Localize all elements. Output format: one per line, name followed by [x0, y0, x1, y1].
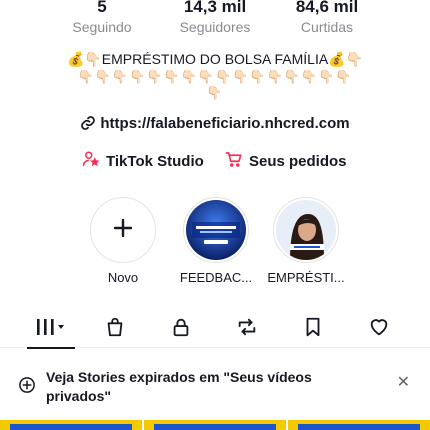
followers-count: 14,3 mil: [183, 0, 247, 16]
plus-icon: [112, 217, 134, 244]
followers-stat[interactable]: 14,3 mil Seguidores: [155, 0, 275, 36]
cart-icon: [225, 150, 243, 172]
expired-stories-banner[interactable]: Veja Stories expirados em "Seus vídeos p…: [0, 350, 430, 416]
highlight-thumbnail: [276, 200, 336, 260]
following-count: 5: [97, 0, 107, 16]
highlight-loan[interactable]: EMPRÉSTI...: [266, 197, 346, 285]
quick-links: TikTok Studio Seus pedidos: [0, 150, 430, 172]
highlight-label: EMPRÉSTI...: [267, 270, 345, 285]
video-thumbnail[interactable]: [288, 420, 430, 430]
story-add-icon: [18, 376, 36, 399]
highlight-label: FEEDBAC...: [179, 270, 253, 285]
video-grid: [0, 420, 430, 430]
tab-private[interactable]: [163, 316, 199, 342]
add-highlight-button[interactable]: [90, 197, 156, 263]
likes-label: Curtidas: [300, 19, 354, 35]
video-thumbnail[interactable]: [0, 420, 142, 430]
repost-icon: [236, 316, 258, 343]
tab-favorites[interactable]: [295, 316, 331, 342]
tab-liked[interactable]: [361, 316, 397, 342]
tab-videos[interactable]: [27, 316, 75, 349]
profile-stats: 5 Seguindo 14,3 mil Seguidores 84,6 mil …: [0, 0, 430, 40]
my-orders-label: Seus pedidos: [249, 152, 347, 170]
bookmark-icon: [302, 316, 324, 343]
tiktok-studio-icon: [82, 150, 100, 172]
highlight-label: Novo: [107, 270, 139, 285]
bag-icon: [104, 316, 126, 343]
my-orders-button[interactable]: Seus pedidos: [225, 150, 347, 172]
grid-icon: [35, 316, 67, 343]
following-stat[interactable]: 5 Seguindo: [42, 0, 162, 36]
profile-link[interactable]: https://falabeneficiario.nhcred.com: [0, 115, 430, 135]
highlight-feedback[interactable]: FEEDBAC...: [176, 197, 256, 285]
link-icon: [80, 115, 96, 135]
profile-tabs: [0, 310, 430, 349]
highlight-thumb-ring: [183, 197, 249, 263]
likes-stat[interactable]: 84,6 mil Curtidas: [267, 0, 387, 36]
video-thumbnail[interactable]: [144, 420, 286, 430]
tiktok-studio-label: TikTok Studio: [106, 152, 204, 170]
tab-reposts[interactable]: [229, 316, 265, 342]
heart-icon: [367, 316, 391, 343]
likes-count: 84,6 mil: [295, 0, 359, 16]
banner-message: Veja Stories expirados em "Seus vídeos p…: [46, 369, 312, 404]
bio-line-1: 💰👇🏻EMPRÉSTIMO DO BOLSA FAMÍLIA💰👇🏻: [66, 51, 364, 67]
lock-icon: [170, 316, 192, 343]
profile-bio: 💰👇🏻EMPRÉSTIMO DO BOLSA FAMÍLIA💰👇🏻 👇🏻👇🏻👇🏻…: [40, 50, 390, 102]
followers-label: Seguidores: [179, 19, 251, 35]
highlight-thumbnail: [186, 200, 246, 260]
tab-shop[interactable]: [97, 316, 133, 342]
tiktok-studio-button[interactable]: TikTok Studio: [82, 150, 204, 172]
highlight-thumb-ring: [273, 197, 339, 263]
highlight-new[interactable]: Novo: [83, 197, 163, 285]
close-icon[interactable]: ✕: [397, 375, 410, 391]
following-label: Seguindo: [72, 19, 132, 35]
profile-link-text: https://falabeneficiario.nhcred.com: [100, 115, 350, 132]
bio-line-3: 👇🏻: [206, 85, 224, 100]
